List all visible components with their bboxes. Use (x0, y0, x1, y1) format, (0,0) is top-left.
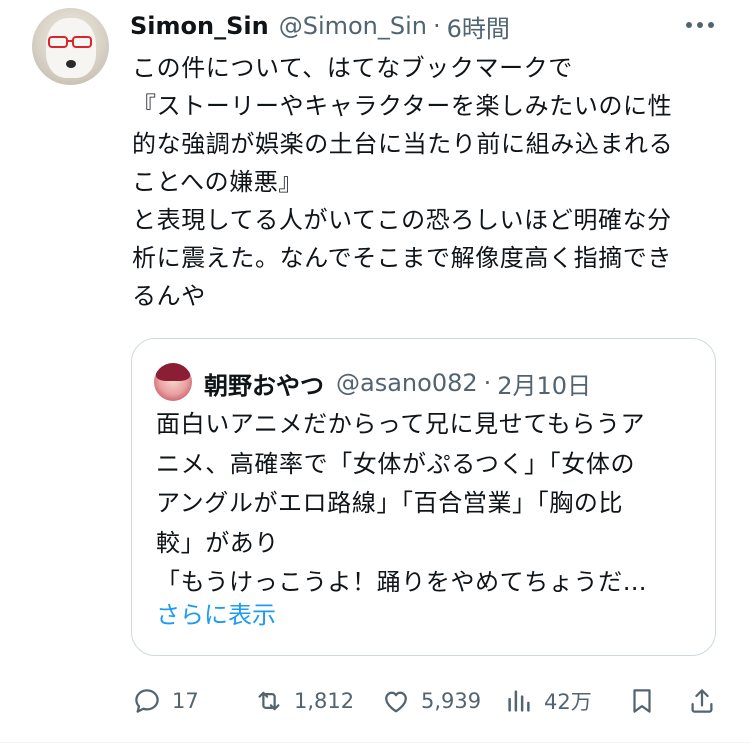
quoted-author-avatar[interactable] (154, 363, 192, 401)
share-button[interactable] (687, 678, 717, 724)
avatar-glasses (48, 36, 92, 48)
heart-icon (385, 691, 407, 713)
quoted-tweet-text: 面白いアニメだからって兄に見せてもらうア ニメ、高確率で「女体がぷるつく」「女体… (156, 410, 648, 596)
views-chart-icon (508, 690, 530, 712)
like-count: 5,939 (421, 689, 482, 713)
avatar-nose (66, 60, 76, 68)
reply-icon (135, 689, 159, 713)
author-avatar[interactable] (32, 8, 109, 85)
views-button[interactable]: 42万 (504, 678, 592, 724)
tweet-time[interactable]: 6時間 (447, 9, 510, 44)
author-handle[interactable]: @Simon_Sin (279, 12, 427, 40)
quoted-author-handle[interactable]: @asano082 (336, 369, 478, 397)
share-icon (691, 689, 713, 713)
retweet-count: 1,812 (294, 689, 355, 713)
tweet-header: Simon_Sin @Simon_Sin · 6時間 (130, 6, 510, 46)
retweet-button[interactable]: 1,812 (254, 678, 354, 724)
author-name[interactable]: Simon_Sin (130, 12, 269, 40)
more-dot (686, 22, 692, 28)
retweet-icon (258, 691, 280, 711)
more-options-icon[interactable] (686, 22, 714, 30)
tweet-actions-bar: 17 1,812 5,939 42万 (0, 678, 750, 724)
header-separator: · (433, 12, 441, 40)
quoted-header-separator: · (483, 369, 492, 397)
reply-button[interactable]: 17 (132, 678, 199, 724)
like-button[interactable]: 5,939 (381, 678, 481, 724)
bookmark-icon (633, 689, 651, 713)
bookmark-button[interactable] (627, 678, 657, 724)
quoted-tweet-header: 朝野おやつ @asano082 · 2月10日 (204, 363, 591, 403)
views-count: 42万 (544, 690, 592, 714)
quoted-tweet-card[interactable]: 朝野おやつ @asano082 · 2月10日 面白いアニメだからって兄に見せて… (131, 338, 716, 656)
quoted-author-name[interactable]: 朝野おやつ (204, 366, 324, 401)
avatar-hair (156, 363, 190, 381)
tweet-text: この件について、はてなブックマークで 『ストーリーやキャラクターを楽しみたいのに… (132, 54, 674, 310)
avatar-face (46, 18, 96, 78)
reply-count: 17 (172, 689, 199, 713)
divider (0, 742, 750, 743)
show-more-link[interactable]: さらに表示 (156, 595, 276, 630)
more-dot (697, 22, 703, 28)
more-dot (708, 22, 714, 28)
quoted-tweet-date[interactable]: 2月10日 (497, 366, 591, 401)
